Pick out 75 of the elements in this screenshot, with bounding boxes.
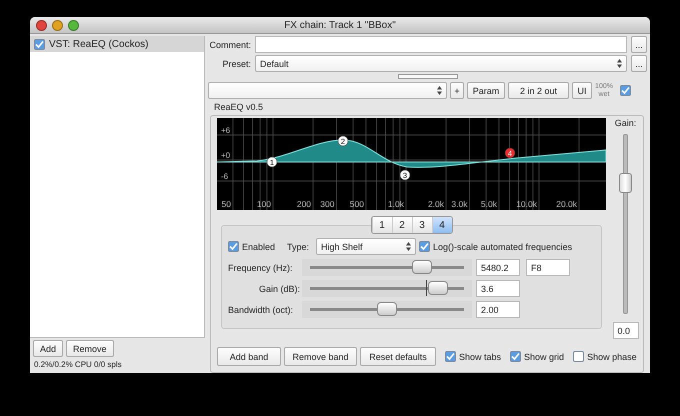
plugin-title: ReaEQ v0.5 (214, 102, 264, 112)
band-button[interactable]: Reset defaults (360, 347, 436, 366)
comment-field[interactable] (255, 36, 627, 53)
updown-arrows-icon (617, 59, 622, 68)
fx-list-item[interactable]: VST: ReaEQ (Cockos) (30, 36, 204, 52)
checkbox[interactable] (510, 351, 522, 362)
slider-thumb[interactable] (412, 260, 432, 274)
param-slider[interactable] (302, 301, 472, 318)
window-title: FX chain: Track 1 "BBox" (283, 20, 397, 30)
checkbox[interactable] (573, 351, 584, 362)
updown-arrows-icon (437, 86, 442, 95)
slider-thumb[interactable] (428, 281, 448, 295)
checkbox[interactable] (445, 351, 456, 362)
axis-label: 20.0k (556, 199, 578, 209)
fx-button[interactable]: Remove (66, 340, 114, 357)
log-scale-label: Log()-scale automated frequencies (433, 242, 572, 252)
note-field[interactable]: F8 (526, 259, 570, 276)
axis-label: 200 (296, 199, 312, 209)
param-slider[interactable] (302, 280, 472, 297)
param-label: Gain (dB): (258, 284, 300, 294)
type-label: Type: (287, 242, 310, 252)
checkbox[interactable] (419, 241, 430, 252)
checkbox[interactable] (228, 241, 239, 252)
enabled-label: Enabled (242, 242, 276, 252)
band-tab[interactable]: 4 (432, 217, 452, 233)
checkbox[interactable] (620, 85, 631, 96)
param-value-field[interactable]: 2.00 (476, 301, 520, 318)
band-button[interactable]: Remove band (284, 347, 357, 366)
cpu-status: 0.2%/0.2% CPU 0/0 spls (34, 360, 123, 369)
close-button[interactable] (36, 20, 47, 30)
toolbar-button[interactable]: + (450, 82, 464, 99)
toolbar-button[interactable]: UI (572, 82, 592, 99)
fx-name: VST: ReaEQ (Cockos) (49, 38, 148, 50)
type-dropdown[interactable]: High Shelf (316, 238, 416, 255)
axis-label: 500 (350, 199, 364, 209)
axis-label: 100 (256, 199, 271, 209)
param-label: Frequency (Hz): (228, 262, 294, 272)
param-value-field[interactable]: 5480.2 (476, 259, 520, 276)
more-button[interactable]: ... (631, 55, 647, 72)
axis-label: 3.0k (451, 199, 468, 209)
plugin-dropdown[interactable] (208, 82, 447, 99)
more-button[interactable]: ... (631, 36, 647, 53)
axis-label: 1.0k (388, 199, 404, 209)
axis-label: 2.0k (428, 199, 444, 209)
preset-label: Preset: (221, 58, 251, 68)
band-tab[interactable]: 1 (372, 217, 392, 233)
comment-label: Comment: (208, 40, 251, 50)
option-label: Show phase (587, 352, 637, 362)
param-label: Bandwidth (oct): (228, 304, 294, 314)
updown-arrows-icon (406, 242, 411, 251)
axis-label: +6 (221, 126, 230, 135)
param-value-field[interactable]: 3.6 (476, 280, 520, 297)
fx-button[interactable]: Add (33, 340, 64, 357)
axis-label: +0 (221, 151, 230, 160)
param-slider[interactable] (302, 259, 472, 276)
slider-thumb[interactable] (619, 173, 632, 194)
axis-label: 5.0k (480, 199, 497, 209)
option-label: Show grid (524, 352, 564, 362)
minimize-button[interactable] (52, 20, 63, 30)
band-tab[interactable]: 2 (392, 217, 412, 233)
axis-label: 50 (222, 199, 231, 209)
slider-thumb[interactable] (377, 302, 397, 316)
band-tab[interactable]: 3 (412, 217, 432, 233)
toolbar-button[interactable]: Param (467, 82, 505, 99)
preset-dropdown[interactable]: Default (255, 55, 627, 72)
zoom-button[interactable] (68, 20, 79, 30)
checkbox[interactable] (34, 38, 45, 50)
axis-label: 300 (320, 199, 334, 209)
gain-label: Gain: (614, 118, 636, 128)
toolbar-button[interactable]: 2 in 2 out (508, 82, 569, 99)
gain-value-field[interactable]: 0.0 (612, 322, 638, 339)
option-label: Show tabs (459, 352, 502, 362)
axis-label: -6 (221, 172, 228, 181)
axis-label: 10.0k (516, 199, 537, 209)
band-button[interactable]: Add band (217, 347, 281, 366)
